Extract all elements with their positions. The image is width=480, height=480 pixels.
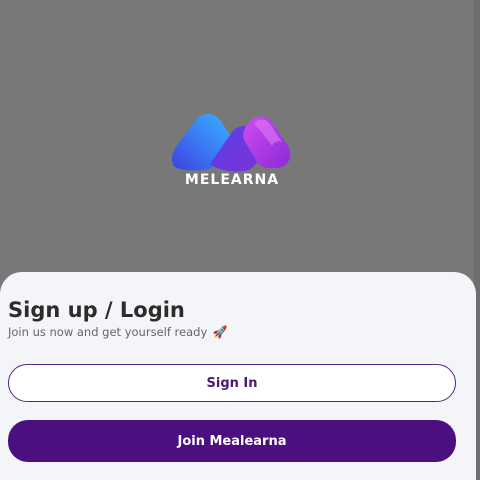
sign-in-button[interactable]: Sign In	[8, 364, 456, 402]
rocket-icon: 🚀	[212, 325, 228, 339]
sign-in-label: Sign In	[206, 375, 258, 391]
join-label: Join Mealearna	[177, 433, 287, 449]
subtitle-text: Join us now and get yourself ready	[8, 325, 208, 339]
brand-logo: MELEARNA	[168, 110, 296, 190]
page-title: Sign up / Login	[8, 298, 185, 322]
m-gradient-logo-icon	[171, 114, 291, 172]
brand-name: MELEARNA	[184, 172, 280, 188]
app-screen: MELEARNA Sign up / Login Join us now and…	[0, 0, 480, 480]
page-subtitle: Join us now and get yourself ready 🚀	[8, 325, 228, 339]
join-button[interactable]: Join Mealearna	[8, 420, 456, 462]
